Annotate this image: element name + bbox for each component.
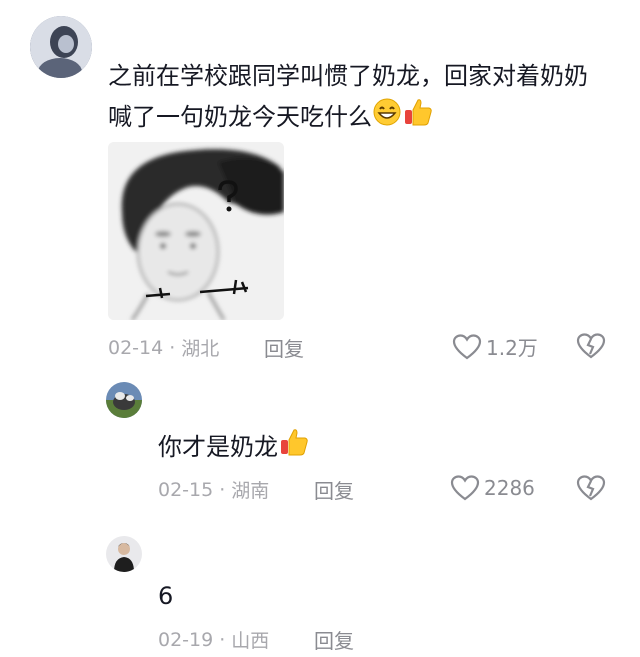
like-button[interactable]: 2286 [450, 474, 535, 502]
reply-button[interactable]: 回复 [314, 625, 354, 654]
reply-location: 湖南 [231, 480, 270, 502]
meta-separator: · [219, 478, 226, 501]
reply-avatar[interactable] [106, 536, 142, 572]
meta-separator: · [169, 336, 176, 359]
reply-text: 你才是奶龙 [158, 433, 278, 461]
like-count: 2286 [484, 476, 535, 500]
thumbs-up-icon [278, 426, 310, 470]
reply-location: 山西 [231, 630, 270, 652]
like-button[interactable]: 1.2万 [452, 332, 538, 361]
heart-icon [452, 333, 482, 359]
grin-icon [372, 97, 402, 139]
like-count: 1.2万 [486, 336, 538, 360]
dislike-button[interactable] [576, 332, 606, 364]
dislike-button[interactable] [576, 474, 606, 506]
meta-separator: · [219, 628, 226, 651]
reply-button[interactable]: 回复 [264, 333, 304, 362]
comment-meta: 02-14 · 湖北 [108, 334, 219, 361]
comment-location: 湖北 [181, 338, 220, 360]
broken-heart-icon [576, 333, 606, 359]
reply-date: 02-15 [158, 478, 214, 501]
reply-meta: 02-19 · 山西 [158, 626, 269, 653]
heart-icon [450, 475, 480, 501]
comment-text: 之前在学校跟同学叫惯了奶龙，回家对着奶奶喊了一句奶龙今天吃什么 [108, 62, 588, 131]
avatar[interactable] [30, 16, 92, 78]
broken-heart-icon [576, 475, 606, 501]
reply-date: 02-19 [158, 628, 214, 651]
reply-avatar[interactable] [106, 382, 142, 418]
comment-date: 02-14 [108, 336, 164, 359]
reply-text-block: 你才是奶龙 [158, 426, 310, 470]
avatar-image [106, 382, 142, 418]
reply-text: 6 [158, 582, 174, 610]
meme-face-image [108, 142, 284, 320]
avatar-image [30, 16, 92, 78]
comment-text-block: 之前在学校跟同学叫惯了奶龙，回家对着奶奶喊了一句奶龙今天吃什么 [108, 56, 608, 140]
reply-button[interactable]: 回复 [314, 475, 354, 504]
comment-image[interactable] [108, 142, 284, 320]
thumbs-up-icon [402, 96, 434, 140]
avatar-image [106, 536, 142, 572]
reply-meta: 02-15 · 湖南 [158, 476, 269, 503]
